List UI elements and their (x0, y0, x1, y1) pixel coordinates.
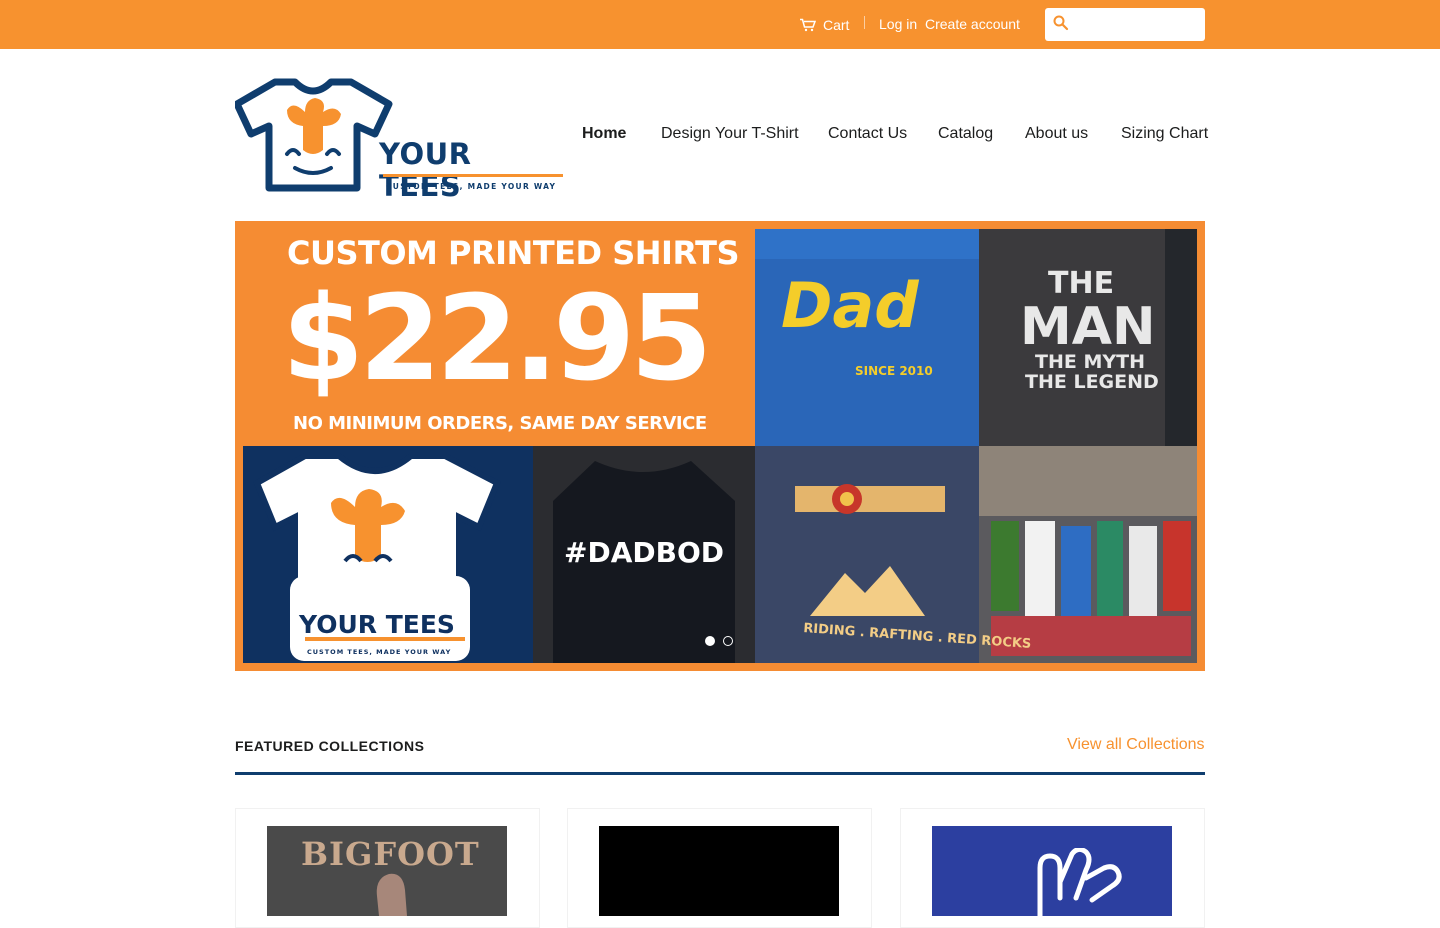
man-line1: THE (1048, 266, 1115, 301)
cart-label: Cart (823, 17, 850, 33)
cart-icon (800, 18, 817, 32)
man-line2: MAN (1020, 297, 1156, 357)
section-divider (235, 772, 1205, 775)
tshirt-mascot-icon (235, 78, 393, 192)
topbar-separator (864, 16, 865, 29)
search-input[interactable] (1075, 12, 1201, 38)
top-bar: Cart Log in Create account (0, 0, 1440, 49)
collection-card[interactable] (900, 808, 1205, 928)
collection-card[interactable]: BIGFOOT (235, 808, 540, 928)
collection-image-blue[interactable] (932, 826, 1172, 916)
nav-item-catalog[interactable]: Catalog (938, 124, 993, 144)
nav-link-contact[interactable]: Contact Us (828, 125, 907, 142)
hero-subtitle: NO MINIMUM ORDERS, SAME DAY SERVICE (293, 413, 707, 434)
nav-item-design[interactable]: Design Your T-Shirt (661, 124, 799, 144)
hero-price: $22.95 (282, 269, 712, 407)
site-logo[interactable]: YOUR TEES CUSTOM TEES, MADE YOUR WAY (235, 78, 563, 202)
bigfoot-silhouette-icon (376, 873, 407, 916)
dad-since-text: SINCE 2010 (855, 364, 933, 378)
man-line4: THE LEGEND (1025, 371, 1159, 393)
create-account-link[interactable]: Create account (925, 15, 1020, 33)
nav-link-design[interactable]: Design Your T-Shirt (661, 125, 799, 142)
hero-slideshow[interactable]: CUSTOM PRINTED SHIRTS $22.95 NO MINIMUM … (235, 221, 1205, 671)
nav-link-about[interactable]: About us (1025, 125, 1088, 142)
logo-underline (383, 174, 563, 177)
search-icon[interactable] (1053, 15, 1069, 31)
view-all-collections-link[interactable]: View all Collections (1067, 735, 1205, 755)
collection-image-bigfoot[interactable]: BIGFOOT (267, 826, 507, 916)
search-box[interactable] (1045, 8, 1205, 41)
hero-title: CUSTOM PRINTED SHIRTS (287, 234, 740, 272)
cart-link[interactable]: Cart (799, 15, 849, 35)
nav-item-contact[interactable]: Contact Us (828, 124, 907, 144)
collection-image-black[interactable] (599, 826, 839, 916)
man-line3: THE MYTH (1035, 351, 1145, 373)
nav-item-sizing[interactable]: Sizing Chart (1121, 124, 1208, 144)
hand-sign-icon (1037, 848, 1122, 916)
logo-wordmark: YOUR TEES (379, 137, 472, 203)
featured-collections-title: FEATURED COLLECTIONS (235, 738, 425, 754)
login-link[interactable]: Log in (879, 15, 917, 33)
slide-dot-1[interactable] (705, 636, 715, 646)
logo-tagline: CUSTOM TEES, MADE YOUR WAY (386, 182, 557, 191)
nav-item-about[interactable]: About us (1025, 124, 1088, 144)
nav-item-home[interactable]: Home (582, 124, 626, 144)
slideshow-dots (705, 636, 733, 646)
dad-shirt-text: Dad (781, 269, 919, 342)
nav-link-home[interactable]: Home (582, 125, 626, 142)
bigfoot-text: BIGFOOT (301, 835, 480, 873)
collection-card[interactable] (567, 808, 872, 928)
slide-dot-2[interactable] (723, 636, 733, 646)
hero-logo-name: YOUR TEES (299, 610, 455, 639)
dadbod-text: #DADBOD (564, 536, 725, 569)
nav-link-catalog[interactable]: Catalog (938, 125, 993, 142)
hero-logo-tagline: CUSTOM TEES, MADE YOUR WAY (307, 648, 452, 656)
nav-link-sizing[interactable]: Sizing Chart (1121, 125, 1208, 142)
